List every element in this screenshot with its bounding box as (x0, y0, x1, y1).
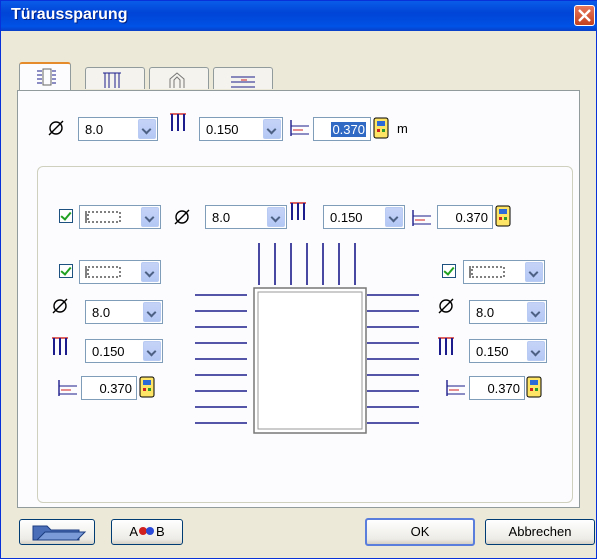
chevron-down-icon (138, 119, 156, 139)
chevron-down-icon (141, 262, 159, 282)
cancel-button[interactable]: Abbrechen (485, 519, 595, 545)
ab-label-b: B (156, 524, 165, 539)
close-button[interactable] (574, 5, 595, 26)
right-side-checkbox[interactable] (442, 264, 456, 278)
diameter-icon (52, 298, 68, 314)
left-spacing-value: 0.150 (92, 344, 125, 359)
reveal-icon (37, 68, 56, 86)
calculator-icon[interactable] (495, 205, 511, 227)
chevron-down-icon (143, 341, 161, 361)
ok-button[interactable]: OK (365, 518, 475, 546)
left-diameter-value: 8.0 (92, 305, 111, 320)
offset-icon (58, 380, 77, 396)
chevron-down-icon (385, 207, 403, 227)
chevron-down-icon (527, 341, 545, 361)
window-title: Türaussparung (11, 6, 128, 23)
door-frame-icon (103, 72, 121, 88)
tab-frame[interactable] (85, 67, 145, 89)
bar-spacing-icon (52, 337, 68, 355)
top-diameter-select[interactable]: 8.0 (205, 205, 287, 229)
global-spacing-value: 0.150 (206, 122, 239, 137)
diameter-icon (48, 120, 64, 136)
right-side-pattern-select[interactable] (463, 260, 545, 284)
calculator-icon[interactable] (526, 376, 542, 398)
offset-icon (412, 210, 431, 226)
top-offset-value: 0.370 (455, 210, 488, 225)
bar-spacing-icon (290, 202, 306, 220)
chevron-down-icon (527, 302, 545, 322)
bar-spacing-icon (170, 113, 186, 131)
arch-icon (169, 72, 185, 88)
tab-layers[interactable] (213, 67, 273, 89)
open-favorites-button[interactable] (19, 519, 95, 545)
dashed-outline-icon (469, 266, 505, 278)
chevron-down-icon (263, 119, 281, 139)
title-bar[interactable]: Türaussparung (1, 1, 597, 31)
offset-icon (290, 120, 309, 136)
global-offset-field[interactable]: 0.370 (313, 117, 371, 141)
top-spacing-select[interactable]: 0.150 (323, 205, 405, 229)
chevron-down-icon (267, 207, 285, 227)
right-diameter-value: 8.0 (476, 305, 495, 320)
right-spacing-value: 0.150 (476, 344, 509, 359)
top-offset-field[interactable]: 0.370 (437, 205, 493, 229)
right-diameter-select[interactable]: 8.0 (469, 300, 547, 324)
ab-button[interactable]: AB (111, 519, 183, 545)
color-dots-icon (139, 527, 154, 535)
folder-open-icon (32, 525, 87, 541)
diameter-icon (174, 209, 190, 225)
tab-reveal[interactable] (19, 62, 71, 91)
left-spacing-select[interactable]: 0.150 (85, 339, 163, 363)
chevron-down-icon (143, 302, 161, 322)
top-diameter-value: 8.0 (212, 210, 231, 225)
dialog-window: Türaussparung 8.0 0.150 0.370 m 8.0 0.15… (0, 0, 597, 559)
close-icon (578, 9, 591, 22)
calculator-icon[interactable] (139, 376, 155, 398)
door-opening-diagram (195, 243, 419, 434)
left-side-pattern-select[interactable] (79, 260, 161, 284)
global-spacing-select[interactable]: 0.150 (199, 117, 283, 141)
left-diameter-select[interactable]: 8.0 (85, 300, 163, 324)
global-diameter-value: 8.0 (85, 122, 104, 137)
top-side-pattern-select[interactable] (79, 205, 161, 229)
layer-lines-icon (231, 76, 255, 88)
left-side-checkbox[interactable] (59, 264, 73, 278)
dashed-outline-icon (85, 266, 121, 278)
bar-spacing-icon (438, 337, 454, 355)
left-offset-value: 0.370 (99, 381, 132, 396)
unit-label: m (397, 121, 408, 136)
global-offset-value: 0.370 (331, 122, 366, 137)
diameter-icon (438, 298, 454, 314)
offset-icon (446, 380, 465, 396)
tab-arch[interactable] (149, 67, 209, 89)
right-offset-field[interactable]: 0.370 (469, 376, 525, 400)
right-spacing-select[interactable]: 0.150 (469, 339, 547, 363)
top-spacing-value: 0.150 (330, 210, 363, 225)
ab-label-a: A (129, 524, 138, 539)
right-offset-value: 0.370 (487, 381, 520, 396)
calculator-icon[interactable] (373, 117, 389, 139)
left-offset-field[interactable]: 0.370 (81, 376, 137, 400)
chevron-down-icon (525, 262, 543, 282)
global-diameter-select[interactable]: 8.0 (78, 117, 158, 141)
dashed-outline-icon (85, 211, 121, 223)
chevron-down-icon (141, 207, 159, 227)
top-side-checkbox[interactable] (59, 209, 73, 223)
